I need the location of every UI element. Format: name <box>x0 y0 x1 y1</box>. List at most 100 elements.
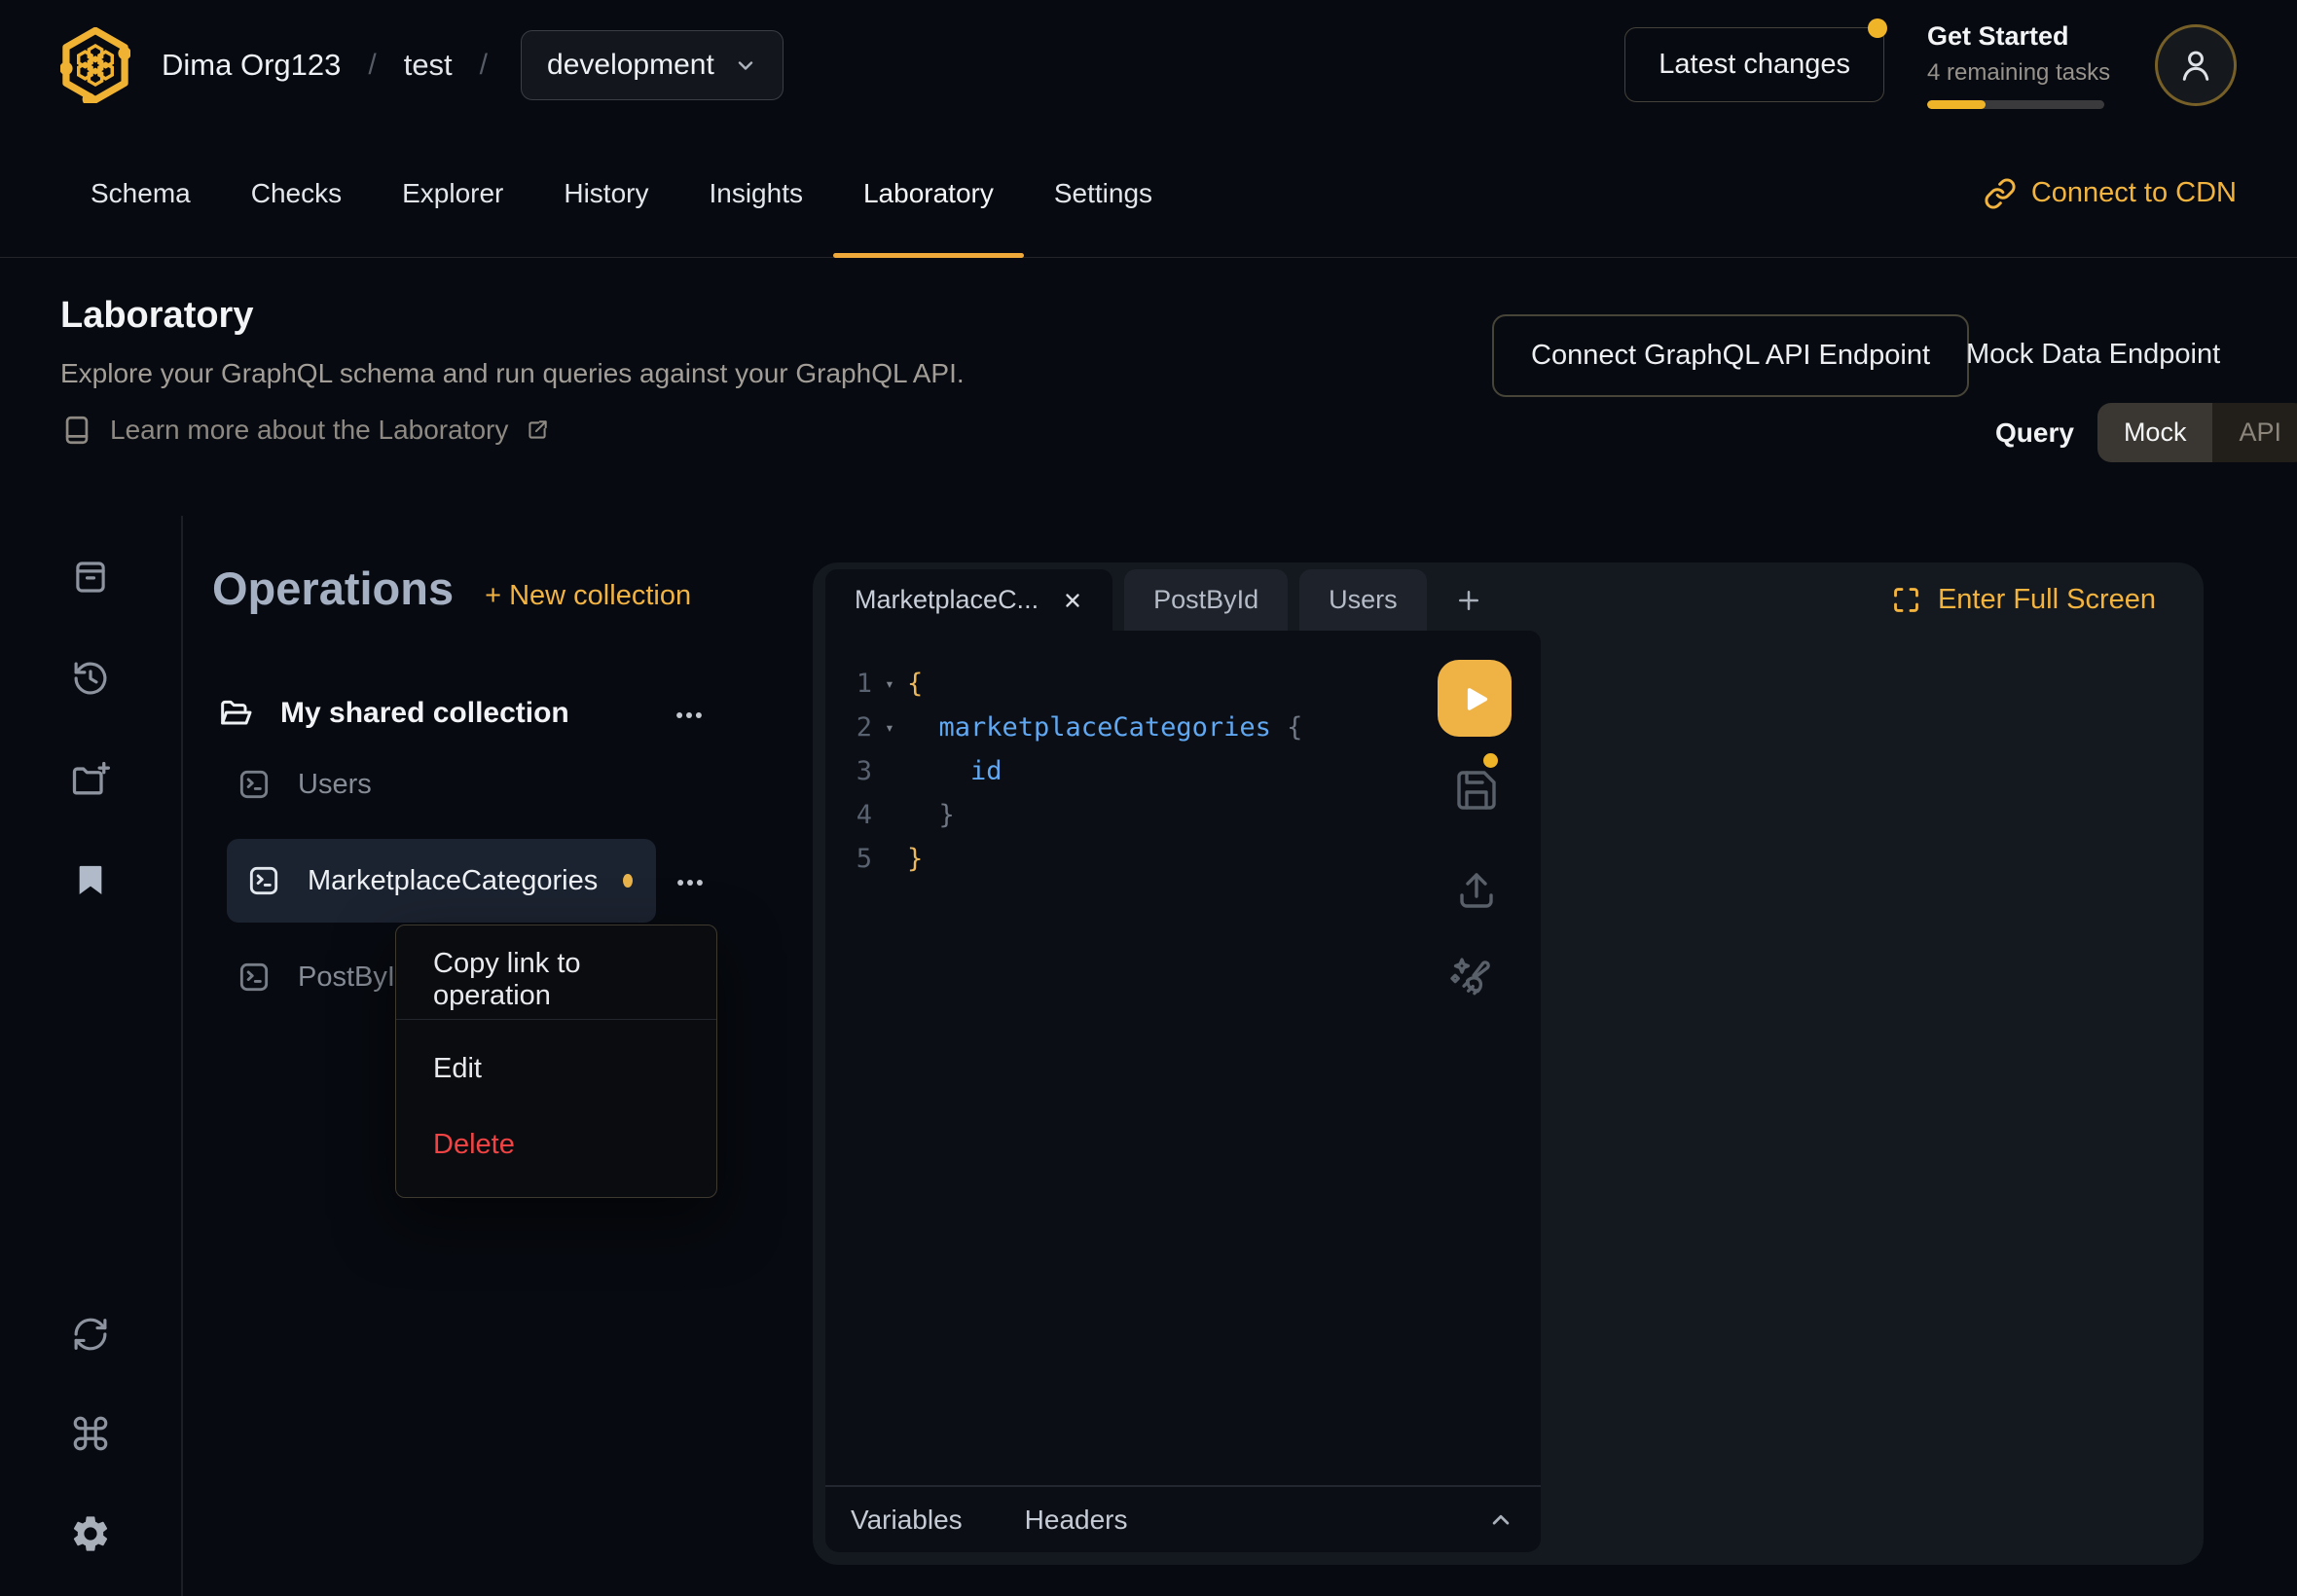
fold-caret-icon[interactable]: ▾ <box>872 718 907 737</box>
code-token: { <box>1271 712 1303 743</box>
tab-checks[interactable]: Checks <box>221 129 372 257</box>
breadcrumb-separator: / <box>368 49 376 82</box>
code-token: } <box>907 844 923 874</box>
external-link-icon <box>525 417 550 443</box>
query-editor[interactable]: 1 ▾ { 2 ▾ marketplaceCategories { 3 id <box>825 631 1541 1552</box>
new-collection-button[interactable]: + New collection <box>485 580 691 612</box>
learn-more-link[interactable]: Learn more about the Laboratory <box>60 414 550 447</box>
line-number: 2 <box>825 712 872 743</box>
enter-fullscreen-label: Enter Full Screen <box>1938 584 2156 616</box>
sync-icon[interactable] <box>70 1314 111 1355</box>
tab-history[interactable]: History <box>533 129 678 257</box>
save-operation-icon[interactable] <box>1453 767 1500 814</box>
tab-explorer[interactable]: Explorer <box>372 129 533 257</box>
learn-more-label: Learn more about the Laboratory <box>110 415 508 446</box>
line-number: 5 <box>825 844 872 874</box>
share-operation-icon[interactable] <box>1453 867 1500 914</box>
app-header: Dima Org123 / test / development Latest … <box>0 0 2297 129</box>
headers-tab[interactable]: Headers <box>1025 1505 1128 1536</box>
close-tab-icon[interactable] <box>1062 590 1083 611</box>
latest-changes-button[interactable]: Latest changes <box>1624 27 1884 102</box>
add-tab-button[interactable] <box>1439 569 1499 631</box>
menu-item-copy-link[interactable]: Copy link to operation <box>396 949 716 1011</box>
query-label: Query <box>1995 417 2074 449</box>
line-number: 3 <box>825 756 872 786</box>
operation-context-menu: Copy link to operation Edit Delete <box>395 925 717 1198</box>
settings-gear-icon[interactable] <box>69 1512 112 1555</box>
mock-data-endpoint-link[interactable]: Mock Data Endpoint <box>1966 339 2220 371</box>
link-icon <box>1984 177 2017 210</box>
editor-tab-strip: MarketplaceC... PostById Users <box>825 569 1499 631</box>
person-icon <box>2175 45 2216 86</box>
operation-name: PostById <box>298 961 411 994</box>
editor-tab-postbyid[interactable]: PostById <box>1124 569 1288 631</box>
line-number: 1 <box>825 669 872 699</box>
code-line: 4 } <box>825 793 1541 837</box>
header-right: Latest changes Get Started 4 remaining t… <box>1624 21 2237 109</box>
operation-users[interactable]: Users <box>236 755 372 814</box>
operation-icon <box>245 862 282 899</box>
collapse-chevron-icon[interactable] <box>1486 1505 1515 1535</box>
keyboard-shortcuts-icon[interactable] <box>70 1413 111 1454</box>
page-description: Explore your GraphQL schema and run quer… <box>60 358 965 389</box>
hive-logo-icon[interactable] <box>60 27 130 103</box>
collection-my-shared-collection[interactable]: My shared collection <box>216 682 569 744</box>
query-mode-mock[interactable]: Mock <box>2097 403 2213 462</box>
get-started-widget[interactable]: Get Started 4 remaining tasks <box>1927 21 2112 109</box>
variant-selector[interactable]: development <box>521 30 784 100</box>
menu-item-edit[interactable]: Edit <box>396 1037 716 1100</box>
save-unsaved-dot <box>1483 753 1498 768</box>
operation-postbyid[interactable]: PostById <box>236 948 411 1006</box>
tab-insights[interactable]: Insights <box>678 129 833 257</box>
latest-changes-label: Latest changes <box>1659 49 1850 80</box>
editor-tab-marketplacecategories[interactable]: MarketplaceC... <box>825 569 1112 631</box>
laboratory-hero: Laboratory Explore your GraphQL schema a… <box>0 258 2297 516</box>
tab-schema[interactable]: Schema <box>60 129 221 257</box>
code-token: { <box>907 669 923 699</box>
menu-divider <box>396 1019 716 1020</box>
editor-tab-label: PostById <box>1153 585 1258 615</box>
operation-marketplacecategories[interactable]: MarketplaceCategories <box>227 839 656 923</box>
query-mode-row: Query Mock API <box>1995 403 2297 462</box>
breadcrumb-separator: / <box>480 49 488 82</box>
get-started-progress-track <box>1927 100 2104 109</box>
new-collection-folder-icon[interactable] <box>69 759 112 802</box>
code-area[interactable]: 1 ▾ { 2 ▾ marketplaceCategories { 3 id <box>825 631 1541 1485</box>
bookmarks-icon[interactable] <box>71 860 110 899</box>
laboratory-sidebar <box>0 516 181 1596</box>
fullscreen-icon <box>1891 585 1921 615</box>
variables-headers-bar: Variables Headers <box>825 1485 1541 1552</box>
collection-menu-button[interactable] <box>673 699 706 732</box>
code-token: id <box>907 756 1003 786</box>
prettify-broom-icon[interactable] <box>1447 953 1496 1001</box>
code-line: 2 ▾ marketplaceCategories { <box>825 706 1541 749</box>
enter-fullscreen-button[interactable]: Enter Full Screen <box>1891 584 2156 616</box>
operations-archive-icon[interactable] <box>70 557 111 598</box>
tab-laboratory[interactable]: Laboratory <box>833 129 1024 257</box>
book-icon <box>60 414 93 447</box>
unsaved-changes-dot <box>623 874 633 888</box>
play-icon <box>1457 681 1492 716</box>
operation-icon <box>236 959 273 996</box>
collection-name: My shared collection <box>280 697 569 730</box>
chevron-down-icon <box>734 54 757 77</box>
editor-tab-label: Users <box>1329 585 1398 615</box>
breadcrumb-graph[interactable]: test <box>404 48 453 83</box>
get-started-subtitle: 4 remaining tasks <box>1927 59 2112 87</box>
menu-item-delete[interactable]: Delete <box>396 1113 716 1176</box>
code-token: } <box>907 800 955 830</box>
variables-tab[interactable]: Variables <box>851 1505 963 1536</box>
operation-menu-button[interactable] <box>674 866 707 899</box>
connect-endpoint-button[interactable]: Connect GraphQL API Endpoint <box>1492 314 1969 397</box>
query-mode-api[interactable]: API <box>2212 403 2297 462</box>
history-icon[interactable] <box>70 658 111 699</box>
operations-header: Operations + New collection <box>212 562 691 615</box>
fold-caret-icon[interactable]: ▾ <box>872 674 907 693</box>
breadcrumb-org[interactable]: Dima Org123 <box>162 48 341 83</box>
page-title: Laboratory <box>60 295 253 337</box>
user-avatar[interactable] <box>2155 24 2237 106</box>
tab-settings[interactable]: Settings <box>1024 129 1183 257</box>
connect-to-cdn-link[interactable]: Connect to CDN <box>1984 129 2237 257</box>
editor-tab-users[interactable]: Users <box>1299 569 1427 631</box>
run-query-button[interactable] <box>1438 660 1512 737</box>
